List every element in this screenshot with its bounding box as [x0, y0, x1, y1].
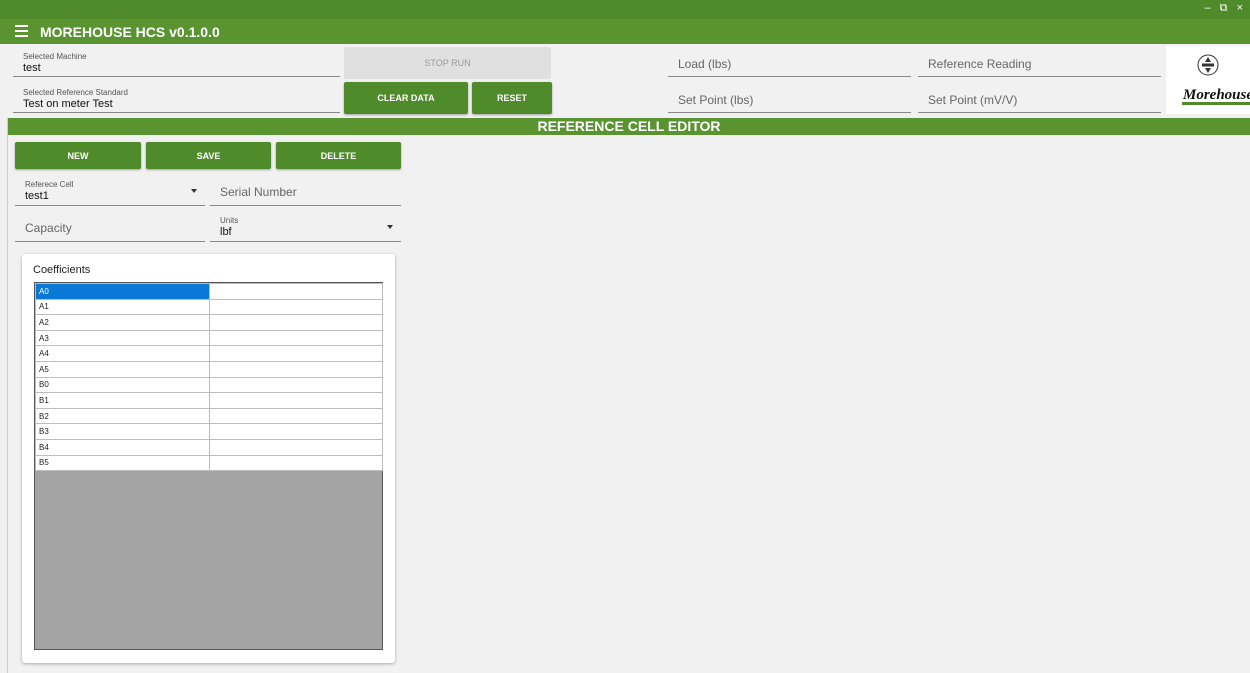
app-bar: MOREHOUSE HCS v0.1.0.0: [0, 19, 1250, 44]
coefficient-name-cell[interactable]: A5: [35, 360, 210, 378]
chevron-down-icon: [191, 189, 197, 193]
serial-number-field[interactable]: Serial Number: [210, 174, 401, 206]
table-row[interactable]: B5: [35, 454, 383, 472]
selected-reference-label: Selected Reference Standard: [23, 88, 128, 97]
capacity-field[interactable]: Capacity: [15, 210, 205, 242]
table-row[interactable]: B2: [35, 407, 383, 425]
table-row[interactable]: A3: [35, 329, 383, 347]
app-title: MOREHOUSE HCS v0.1.0.0: [40, 24, 220, 40]
units-label: Units: [220, 216, 239, 225]
reference-cell-dropdown[interactable]: Referece Cell test1: [15, 174, 205, 206]
table-row[interactable]: B0: [35, 376, 383, 394]
table-row[interactable]: A2: [35, 314, 383, 331]
set-point-lbs-placeholder: Set Point (lbs): [678, 93, 754, 107]
section-title: REFERENCE CELL EDITOR: [8, 118, 1250, 135]
coefficient-name-cell[interactable]: B4: [35, 438, 210, 456]
coefficient-name-cell[interactable]: B5: [35, 454, 210, 472]
table-row[interactable]: B1: [35, 392, 383, 409]
morehouse-logo: Morehouse: [1166, 46, 1250, 114]
clear-data-button[interactable]: CLEAR DATA: [344, 82, 468, 114]
coefficients-grid[interactable]: A0 A1 A2 A3 A4 A5 B0 B1 B2 B3 B4 B5: [34, 282, 383, 650]
set-point-mvv-field[interactable]: Set Point (mV/V): [918, 82, 1161, 113]
coefficient-value-cell[interactable]: [209, 454, 383, 472]
coefficient-value-cell[interactable]: [209, 360, 383, 378]
table-row[interactable]: B4: [35, 438, 383, 456]
coefficient-value-cell[interactable]: [209, 314, 383, 331]
selected-reference-field[interactable]: Selected Reference Standard Test on mete…: [13, 82, 340, 113]
chevron-down-icon: [387, 225, 393, 229]
selected-machine-field[interactable]: Selected Machine test: [13, 46, 340, 77]
morehouse-emblem-icon: Morehouse: [1182, 54, 1250, 105]
table-row[interactable]: A4: [35, 345, 383, 362]
table-row[interactable]: A1: [35, 298, 383, 316]
coefficient-name-cell[interactable]: A1: [35, 298, 210, 316]
serial-number-placeholder: Serial Number: [220, 185, 297, 199]
reference-reading-placeholder: Reference Reading: [928, 57, 1032, 71]
units-dropdown[interactable]: Units lbf: [210, 210, 401, 242]
reference-cell-value: test1: [25, 190, 49, 202]
new-button[interactable]: NEW: [15, 142, 141, 169]
logo-wordmark: Morehouse: [1182, 87, 1250, 103]
table-row[interactable]: B3: [35, 423, 383, 440]
selected-reference-value: Test on meter Test: [23, 98, 113, 110]
coefficient-value-cell[interactable]: [209, 438, 383, 456]
coefficient-value-cell[interactable]: [209, 407, 383, 425]
load-field[interactable]: Load (lbs): [668, 46, 911, 77]
coefficient-name-cell[interactable]: B1: [35, 392, 210, 409]
menu-icon[interactable]: [15, 25, 28, 37]
set-point-lbs-field[interactable]: Set Point (lbs): [668, 82, 911, 113]
coefficients-card: Coefficients A0 A1 A2 A3 A4 A5 B0 B1 B2 B3 B4 B5: [22, 254, 395, 663]
units-value: lbf: [220, 226, 232, 238]
left-divider: [7, 118, 8, 673]
coefficients-title: Coefficients: [33, 264, 91, 276]
coefficient-name-cell[interactable]: B2: [35, 407, 210, 425]
coefficient-name-cell[interactable]: B0: [35, 376, 210, 394]
reset-button[interactable]: RESET: [472, 82, 552, 114]
reference-cell-label: Referece Cell: [25, 180, 74, 189]
table-row[interactable]: A0: [35, 283, 383, 300]
coefficient-value-cell[interactable]: [209, 329, 383, 347]
load-placeholder: Load (lbs): [678, 57, 732, 71]
save-button[interactable]: SAVE: [146, 142, 271, 169]
window-titlebar: – ⧉ ×: [0, 0, 1250, 19]
window-controls[interactable]: – ⧉ ×: [1204, 2, 1246, 15]
coefficient-value-cell[interactable]: [209, 392, 383, 409]
coefficient-value-cell[interactable]: [209, 298, 383, 316]
stop-run-button[interactable]: STOP RUN: [344, 47, 551, 79]
coefficient-name-cell[interactable]: A2: [35, 314, 210, 331]
selected-machine-value: test: [23, 62, 41, 74]
coefficient-name-cell[interactable]: A3: [35, 329, 210, 347]
coefficient-name-cell[interactable]: B3: [35, 423, 210, 440]
coefficient-name-cell[interactable]: A0: [35, 283, 210, 300]
coefficient-value-cell[interactable]: [209, 345, 383, 362]
reference-reading-field[interactable]: Reference Reading: [918, 46, 1161, 77]
selected-machine-label: Selected Machine: [23, 52, 87, 61]
coefficient-value-cell[interactable]: [209, 423, 383, 440]
coefficient-value-cell[interactable]: [209, 376, 383, 394]
coefficient-value-cell[interactable]: [209, 283, 383, 300]
coefficient-name-cell[interactable]: A4: [35, 345, 210, 362]
set-point-mvv-placeholder: Set Point (mV/V): [928, 93, 1018, 107]
delete-button[interactable]: DELETE: [276, 142, 401, 169]
table-row[interactable]: A5: [35, 360, 383, 378]
capacity-placeholder: Capacity: [25, 221, 72, 235]
